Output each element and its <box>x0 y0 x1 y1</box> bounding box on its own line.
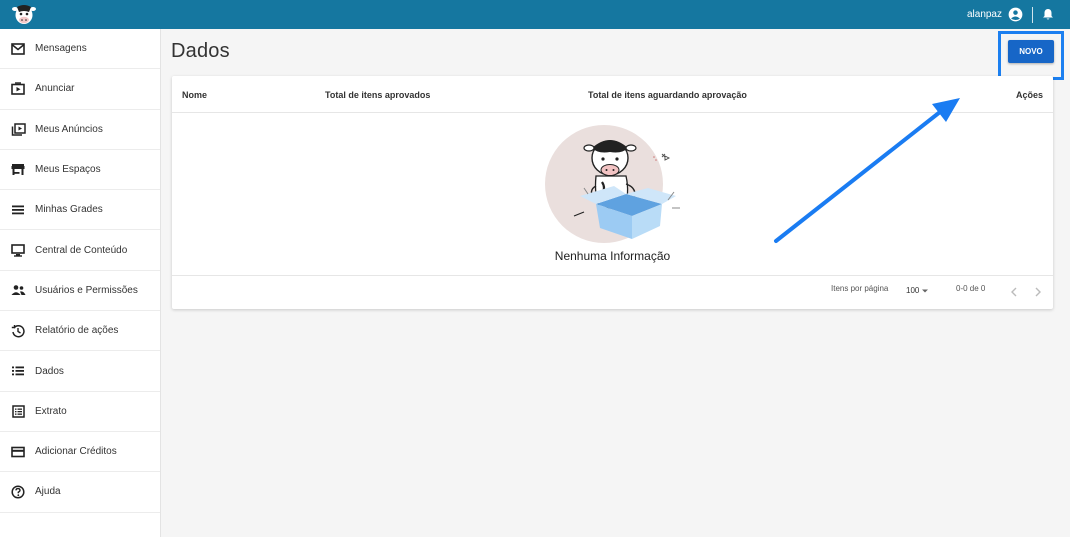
store-icon <box>10 162 26 178</box>
mail-icon <box>10 41 26 57</box>
sidebar-item-usuarios-e-permissoes[interactable]: Usuários e Permissões <box>0 271 160 312</box>
account-circle-icon[interactable] <box>1008 7 1023 22</box>
sidebar-item-label: Adicionar Créditos <box>35 446 117 458</box>
sidebar-item-label: Central de Conteúdo <box>35 244 128 256</box>
next-page-button[interactable] <box>1032 286 1044 298</box>
sidebar-item-central-de-conteudo[interactable]: Central de Conteúdo <box>0 230 160 271</box>
cow-logo-icon[interactable] <box>12 3 36 26</box>
chevron-right-icon <box>1035 287 1041 297</box>
sidebar-item-label: Mensagens <box>35 43 87 55</box>
column-header-nome[interactable]: Nome <box>182 90 207 100</box>
play-box-icon <box>10 81 26 97</box>
monitor-icon <box>10 242 26 258</box>
sidebar-item-label: Dados <box>35 365 64 377</box>
sidebar-item-label: Meus Anúncios <box>35 123 103 135</box>
sidebar-item-label: Meus Espaços <box>35 164 101 176</box>
empty-state-cow-illustration <box>545 125 680 243</box>
top-bar: alanpaz <box>0 0 1070 29</box>
list-icon <box>10 363 26 379</box>
data-table: Nome Total de itens aprovados Total de i… <box>172 76 1053 309</box>
user-area: alanpaz <box>967 0 1054 29</box>
new-button[interactable]: NOVO <box>1008 40 1054 63</box>
sidebar: Mensagens Anunciar Meus Anúncios Meus Es… <box>0 29 161 537</box>
sidebar-item-minhas-grades[interactable]: Minhas Grades <box>0 190 160 231</box>
sidebar-item-relatorio-de-acoes[interactable]: Relatório de ações <box>0 311 160 352</box>
username[interactable]: alanpaz <box>967 9 1002 20</box>
receipt-icon <box>10 403 26 419</box>
sidebar-item-label: Minhas Grades <box>35 204 103 216</box>
column-header-acoes: Ações <box>1015 90 1043 100</box>
sidebar-item-label: Extrato <box>35 405 67 417</box>
sidebar-item-ajuda[interactable]: Ajuda <box>0 472 160 513</box>
history-icon <box>10 323 26 339</box>
sidebar-item-meus-anuncios[interactable]: Meus Anúncios <box>0 110 160 150</box>
sidebar-item-meus-espacos[interactable]: Meus Espaços <box>0 150 160 191</box>
sidebar-item-label: Anunciar <box>35 83 75 95</box>
separator <box>1032 6 1033 23</box>
video-library-icon <box>10 121 26 137</box>
table-header: Nome Total de itens aprovados Total de i… <box>172 76 1053 113</box>
grid-lines-icon <box>10 202 26 218</box>
sidebar-item-label: Usuários e Permissões <box>35 284 138 296</box>
sidebar-item-label: Relatório de ações <box>35 325 119 337</box>
table-pagination: Itens por página 100 0-0 de 0 <box>172 275 1053 309</box>
empty-state-message: Nenhuma Informação <box>554 249 671 263</box>
dropdown-arrow-icon <box>922 289 929 292</box>
help-icon <box>10 484 26 500</box>
pagination-range: 0-0 de 0 <box>956 284 986 293</box>
page-title: Dados <box>171 40 230 62</box>
sidebar-item-label: Ajuda <box>35 486 61 498</box>
bell-icon[interactable] <box>1042 8 1054 21</box>
previous-page-button[interactable] <box>1008 286 1020 298</box>
sidebar-item-dados[interactable]: Dados <box>0 351 160 392</box>
chevron-left-icon <box>1011 287 1017 297</box>
items-per-page-label: Itens por página <box>831 284 889 293</box>
credit-card-icon <box>10 444 26 460</box>
sidebar-item-adicionar-creditos[interactable]: Adicionar Créditos <box>0 432 160 473</box>
sidebar-item-extrato[interactable]: Extrato <box>0 392 160 432</box>
column-header-aprovados[interactable]: Total de itens aprovados <box>325 90 430 100</box>
column-header-aguardando[interactable]: Total de itens aguardando aprovação <box>588 90 747 100</box>
sidebar-item-anunciar[interactable]: Anunciar <box>0 69 160 110</box>
items-per-page-value: 100 <box>906 286 920 295</box>
sidebar-item-mensagens[interactable]: Mensagens <box>0 29 160 70</box>
users-icon <box>10 282 26 298</box>
items-per-page-select[interactable]: 100 <box>906 286 929 295</box>
